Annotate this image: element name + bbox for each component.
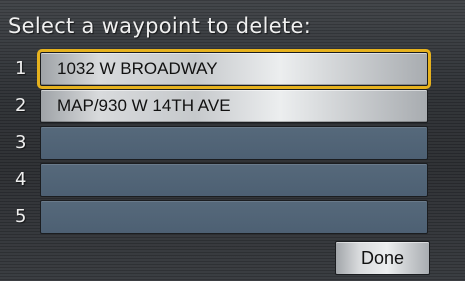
- screen-title: Select a waypoint to delete:: [8, 14, 312, 38]
- waypoint-item-2[interactable]: MAP/930 W 14TH AVE: [40, 89, 428, 123]
- waypoint-item-4[interactable]: [40, 163, 428, 197]
- waypoint-number-2: 2: [15, 95, 27, 116]
- waypoint-number-3: 3: [15, 132, 27, 153]
- waypoint-item-5[interactable]: [40, 200, 428, 234]
- waypoint-number-5: 5: [15, 206, 27, 227]
- waypoint-delete-screen: Select a waypoint to delete: 1 1032 W BR…: [0, 0, 465, 281]
- waypoint-number-4: 4: [15, 169, 27, 190]
- waypoint-item-3[interactable]: [40, 126, 428, 160]
- waypoint-item-1[interactable]: 1032 W BROADWAY: [37, 49, 431, 89]
- waypoint-number-1: 1: [15, 58, 27, 79]
- done-button[interactable]: Done: [335, 241, 430, 275]
